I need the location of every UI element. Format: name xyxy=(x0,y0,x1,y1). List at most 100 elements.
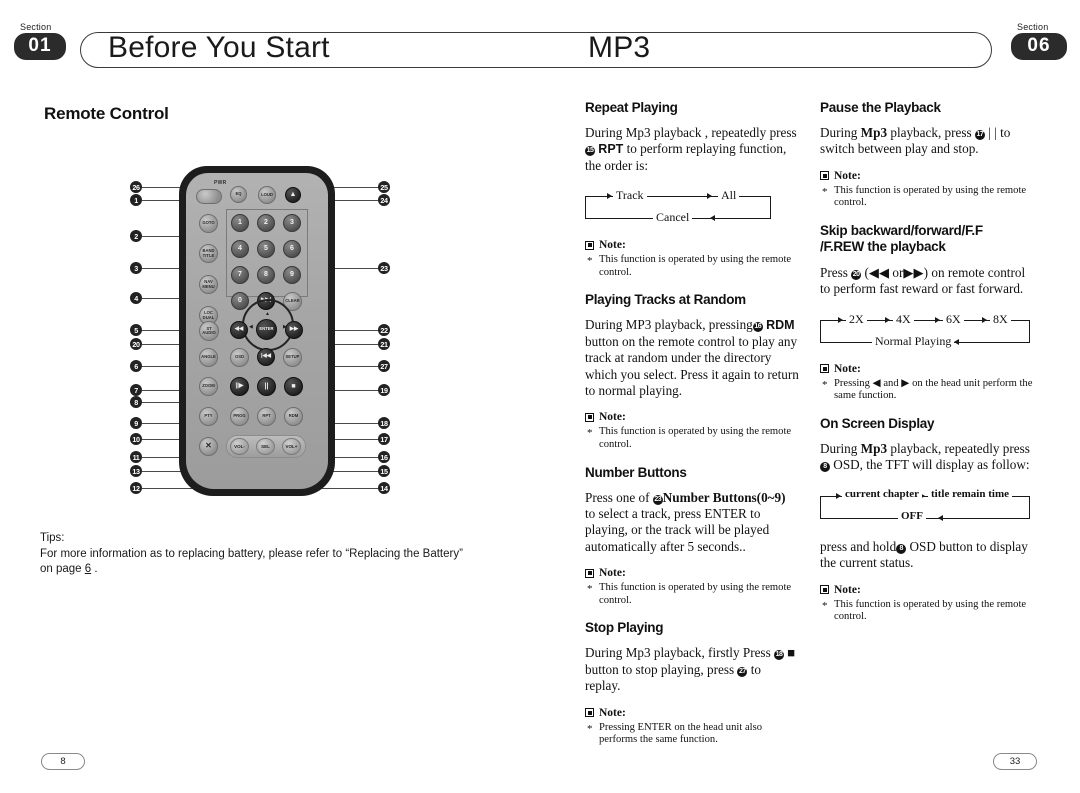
remote-button-st-audio[interactable]: ST AUDIO xyxy=(199,321,219,341)
remote-button-zoom[interactable]: ZOOM xyxy=(199,377,218,396)
para-text: button on the remote control to play any… xyxy=(585,333,799,399)
note-label: Note: xyxy=(599,411,626,424)
section-heading: Stop Playing xyxy=(585,620,664,636)
remote-button-2[interactable]: 2 xyxy=(257,214,275,232)
page-title-right: MP3 xyxy=(588,31,651,64)
callout-17: 17 xyxy=(378,433,390,445)
remote-button-vol-down[interactable]: VOL- xyxy=(230,438,249,455)
remote-button-9[interactable]: 9 xyxy=(283,266,301,284)
tips-line-1: For more information as to replacing bat… xyxy=(40,547,463,560)
remote-button-osd[interactable]: OSD xyxy=(230,348,249,367)
note-label: Note: xyxy=(834,583,861,596)
remote-button-enter[interactable]: ENTER xyxy=(256,319,277,340)
flow-arrow-icon xyxy=(707,193,712,200)
remote-button-ptv[interactable]: PTY xyxy=(199,407,218,426)
page-title-left: Before You Start xyxy=(108,31,330,64)
remote-button-nav-menu[interactable]: NAV MENU xyxy=(199,275,218,294)
remote-button-stop[interactable]: ■ xyxy=(284,377,303,396)
remote-button-loud[interactable]: LOUD xyxy=(258,186,276,204)
remote-button-prev-track[interactable]: |◀◀ xyxy=(257,348,275,366)
button-ref-badge: 8 xyxy=(820,462,830,473)
remote-button-prog[interactable]: PROG xyxy=(230,407,249,426)
callout-5: 5 xyxy=(130,324,142,336)
remote-button-6[interactable]: 6 xyxy=(283,240,301,258)
remote-button-eq[interactable]: EQ xyxy=(230,186,247,203)
flow-arrow-icon xyxy=(885,316,890,323)
remote-button-pwr[interactable] xyxy=(196,189,222,204)
note-header: Note: xyxy=(585,411,799,423)
tips-line-2: on page 6 . xyxy=(40,562,520,578)
flow-node-6x: 6X xyxy=(943,311,964,327)
remote-button-0[interactable]: 0 xyxy=(231,292,249,310)
flow-line xyxy=(820,495,821,519)
callout-7: 7 xyxy=(130,384,142,396)
remote-button-setup[interactable]: SETUP xyxy=(283,348,302,367)
remote-button-sel[interactable]: SEL xyxy=(256,438,275,455)
note-label: Note: xyxy=(599,239,626,252)
para-text: press and hold xyxy=(820,538,897,554)
section-heading: On Screen Display xyxy=(820,416,935,431)
flow-node-cancel: Cancel xyxy=(653,210,693,226)
flow-line xyxy=(820,319,821,343)
callout-11: 11 xyxy=(130,451,142,463)
callout-1: 1 xyxy=(130,194,142,206)
remote-body: PWR EQ LOUD ▲ GOTO BAND TITLE NAV MENU L… xyxy=(179,166,335,496)
section-paragraph: Press one of 23 Number Buttons(0~9) to se… xyxy=(585,490,799,556)
remote-button-7[interactable]: 7 xyxy=(231,266,249,284)
button-ref-badge: 16 xyxy=(752,322,763,333)
remote-button-1[interactable]: 1 xyxy=(231,214,249,232)
flow-arrow-icon xyxy=(938,514,943,521)
button-name: RDM xyxy=(766,318,795,333)
flow-node-track: Track xyxy=(613,188,647,204)
para-text: Press xyxy=(820,265,852,280)
callout-24: 24 xyxy=(378,194,390,206)
section-heading: Number Buttons xyxy=(585,464,687,480)
remote-button-slow[interactable]: ||▶ xyxy=(230,377,249,396)
remote-control-heading: Remote Control xyxy=(44,104,169,123)
remote-button-8[interactable]: 8 xyxy=(257,266,275,284)
remote-button-vol-up[interactable]: VOL+ xyxy=(282,438,301,455)
button-ref-badge: 8 xyxy=(896,543,907,554)
remote-button-rpt[interactable]: RPT xyxy=(257,407,276,426)
para-text: button to stop playing, press xyxy=(585,661,738,677)
note-text: This function is operated by using the r… xyxy=(585,582,799,607)
remote-face: PWR EQ LOUD ▲ GOTO BAND TITLE NAV MENU L… xyxy=(186,173,328,489)
remote-button-eject-icon[interactable]: ▲ xyxy=(285,187,301,203)
para-text: OSD, the TFT will display as follow: xyxy=(830,457,1030,473)
remote-button-rdm[interactable]: RDM xyxy=(284,407,303,426)
note-label: Note: xyxy=(599,567,626,580)
section-heading: Skip backward/forward/F.F /F.REW the pla… xyxy=(820,223,1036,255)
callout-12: 12 xyxy=(130,482,142,494)
flow-arrow-icon xyxy=(935,316,940,323)
dpad-left-icon[interactable]: ◀ xyxy=(249,325,253,330)
dpad-up-icon[interactable]: ▲ xyxy=(265,312,270,317)
note-header: Note: xyxy=(585,239,799,251)
remote-button-goto[interactable]: GOTO xyxy=(199,214,218,233)
osd-flow-diagram: current chapter title remain time OFF xyxy=(820,486,1036,526)
note-label: Note: xyxy=(834,362,861,375)
remote-button-frew[interactable]: ◀◀ xyxy=(230,321,248,339)
page-number-right: 33 xyxy=(993,753,1037,770)
remote-button-mute[interactable]: ✕ xyxy=(199,437,218,456)
remote-button-4[interactable]: 4 xyxy=(231,240,249,258)
flow-arrow-icon xyxy=(954,338,959,345)
section-heading-line-2: /F.REW the playback xyxy=(820,239,946,254)
callout-22: 22 xyxy=(378,324,390,336)
flow-node-all: All xyxy=(718,188,740,204)
remote-button-angle[interactable]: ANGLE xyxy=(199,348,218,367)
section-paragraph: During Mp3 playback, repeatedly press 8 … xyxy=(820,441,1036,474)
flow-node-2x: 2X xyxy=(846,311,867,327)
note-header: Note: xyxy=(820,363,1036,375)
button-name: Number Buttons(0~9) xyxy=(662,489,786,505)
remote-button-5[interactable]: 5 xyxy=(257,240,275,258)
button-ref-badge: 18 xyxy=(774,650,784,661)
tips-label: Tips: xyxy=(40,532,65,544)
section-number-right: 06 xyxy=(1011,33,1067,60)
remote-button-3[interactable]: 3 xyxy=(283,214,301,232)
remote-button-pause[interactable]: || xyxy=(257,377,276,396)
mid-column: Repeat Playing During Mp3 playback , rep… xyxy=(585,100,799,760)
remote-button-ffwd[interactable]: ▶▶ xyxy=(285,321,303,339)
note-label: Note: xyxy=(599,706,626,719)
callout-9: 9 xyxy=(130,417,142,429)
remote-button-band-title[interactable]: BAND TITLE xyxy=(199,244,218,263)
